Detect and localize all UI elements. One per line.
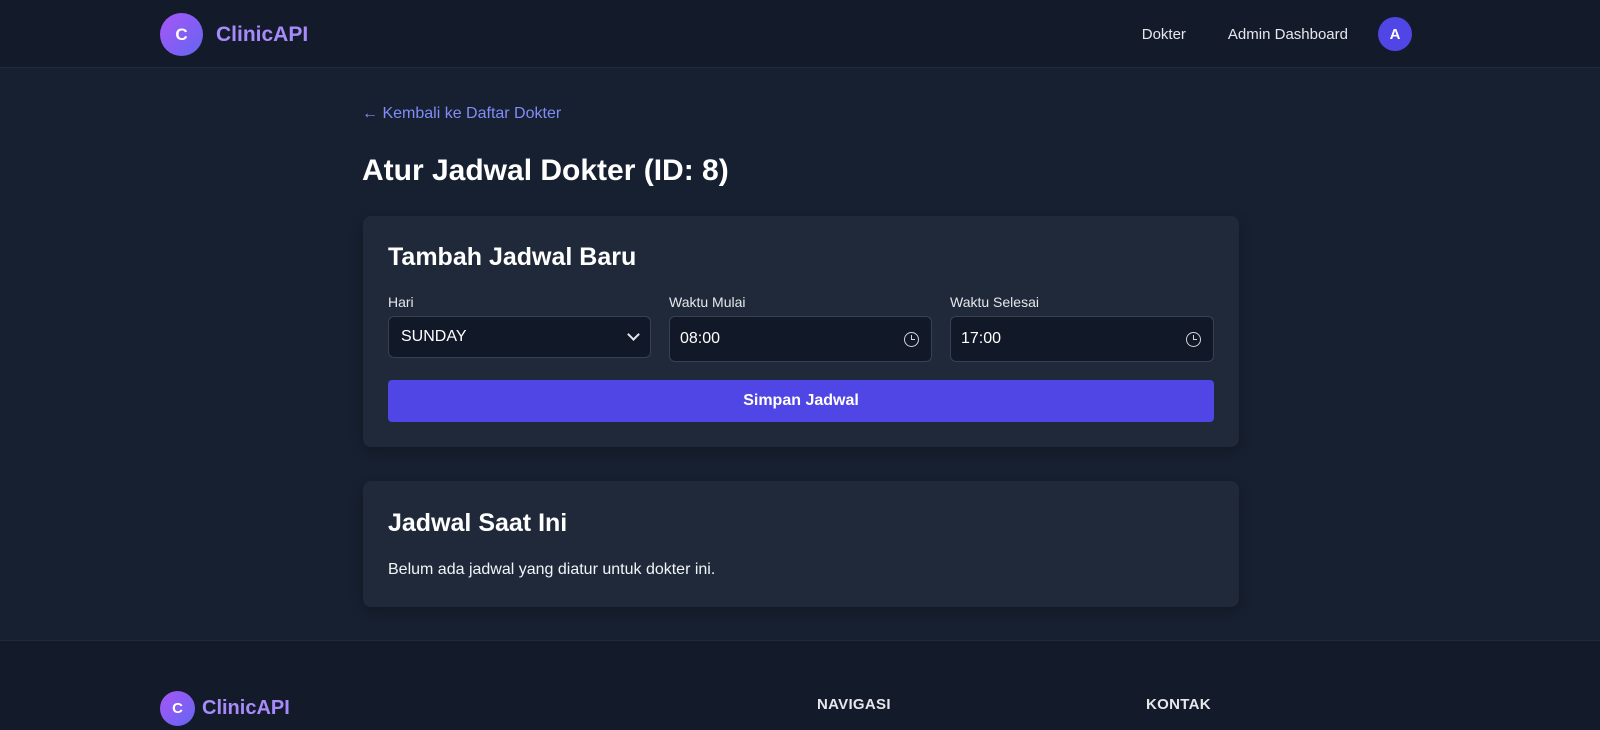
main-nav: Dokter Admin Dashboard A [1142,17,1412,51]
footer-logo-icon: C [160,691,195,726]
brand-name: ClinicAPI [216,22,309,46]
user-avatar[interactable]: A [1378,17,1412,51]
day-select[interactable]: SUNDAY [388,316,651,358]
start-time-label: Waktu Mulai [669,294,746,310]
start-time-value: 08:00 [680,330,721,347]
end-time-input[interactable]: 17:00 [950,316,1214,362]
footer-contact-heading: KONTAK [1146,696,1211,713]
current-schedule-card: Jadwal Saat Ini Belum ada jadwal yang di… [363,481,1239,607]
day-label: Hari [388,294,414,310]
brand-logo[interactable]: C ClinicAPI [160,13,308,56]
top-navbar: C ClinicAPI Dokter Admin Dashboard A [0,0,1600,68]
clock-icon[interactable] [1186,331,1201,347]
add-schedule-title: Tambah Jadwal Baru [388,243,637,271]
empty-schedule-message: Belum ada jadwal yang diatur untuk dokte… [388,561,716,578]
logo-icon: C [160,13,203,56]
page-title: Atur Jadwal Dokter (ID: 8) [362,154,729,187]
clock-icon[interactable] [904,331,919,347]
end-time-value: 17:00 [961,330,1002,347]
nav-link-dokter[interactable]: Dokter [1142,26,1186,43]
current-schedule-title: Jadwal Saat Ini [388,509,568,537]
back-to-doctor-list-link[interactable]: ← Kembali ke Daftar Dokter [362,105,561,123]
footer-brand-name: ClinicAPI [202,697,290,719]
footer-nav-heading: NAVIGASI [817,696,891,713]
day-select-value: SUNDAY [401,328,467,345]
add-schedule-card: Tambah Jadwal Baru Hari SUNDAY Waktu Mul… [363,216,1239,447]
save-schedule-button[interactable]: Simpan Jadwal [388,380,1214,422]
footer: C ClinicAPI NAVIGASI KONTAK [0,640,1600,730]
nav-link-admin-dashboard[interactable]: Admin Dashboard [1228,26,1348,43]
start-time-input[interactable]: 08:00 [669,316,932,362]
chevron-down-icon [627,328,640,341]
footer-brand[interactable]: C ClinicAPI [160,691,290,726]
end-time-label: Waktu Selesai [950,294,1039,310]
